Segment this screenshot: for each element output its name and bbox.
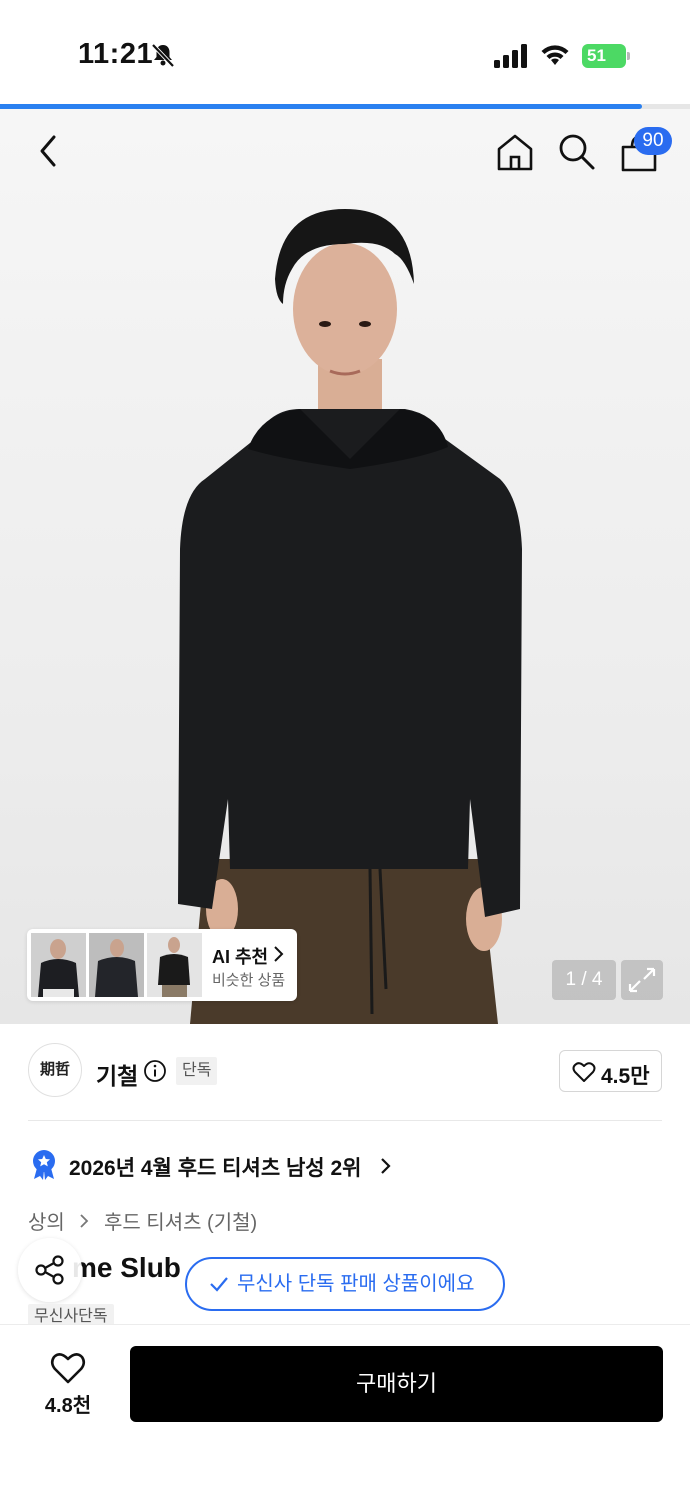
breadcrumb: 상의 후드 티셔츠 (기철) (28, 1206, 257, 1235)
exclusive-sale-toast: 무신사 단독 판매 상품이에요 (185, 1257, 505, 1311)
share-icon (35, 1255, 64, 1285)
search-icon[interactable] (556, 131, 596, 171)
check-icon (210, 1277, 228, 1292)
brand-like-button[interactable]: 4.5만 (559, 1050, 662, 1092)
product-title: me Slub (72, 1252, 181, 1283)
breadcrumb-subcategory[interactable]: 후드 티셔츠 (기철) (104, 1212, 257, 1234)
chevron-right-icon (274, 946, 284, 962)
status-time: 11:21 (78, 38, 154, 70)
product-image-gallery[interactable]: 90 AI 추천 비슷한 상품 1 / 4 (0, 109, 690, 1024)
brand-like-count: 4.5만 (601, 1065, 650, 1088)
chevron-right-icon (80, 1213, 89, 1228)
status-bar: 11:21 51 (0, 0, 690, 104)
back-chevron-icon[interactable] (30, 131, 70, 171)
heart-icon[interactable] (50, 1351, 86, 1385)
battery-level: 51 (582, 44, 626, 68)
recommendation-thumbnail[interactable] (89, 933, 144, 997)
heart-icon (572, 1062, 596, 1082)
cart-count-badge: 90 (634, 127, 672, 155)
expand-icon (628, 967, 656, 993)
bottom-purchase-bar: 4.8천 구매하기 (0, 1324, 690, 1500)
home-icon[interactable] (494, 131, 536, 173)
ai-recommendation-subtitle: 비슷한 상품 (212, 972, 286, 989)
exclusive-tag: 단독 (176, 1057, 218, 1085)
ai-recommendation-card[interactable]: AI 추천 비슷한 상품 (27, 929, 297, 1001)
brand-name[interactable]: 기철 (96, 1057, 138, 1091)
image-pager: 1 / 4 (552, 960, 616, 1000)
expand-button[interactable] (621, 960, 663, 1000)
wifi-icon (541, 45, 569, 65)
brand-logo[interactable]: 期哲 (28, 1043, 82, 1097)
info-icon[interactable] (143, 1059, 167, 1083)
battery-cap (627, 52, 630, 60)
share-button[interactable] (18, 1238, 82, 1302)
buy-button[interactable]: 구매하기 (130, 1346, 663, 1422)
ranking-link[interactable]: 2026년 4월 후드 티셔츠 남성 2위 (69, 1152, 361, 1182)
recommendation-thumbnail[interactable] (147, 933, 202, 997)
breadcrumb-category[interactable]: 상의 (28, 1212, 65, 1234)
silent-bell-icon (151, 43, 175, 68)
battery-indicator: 51 (582, 44, 630, 68)
product-photo (178, 209, 522, 1024)
cellular-signal-icon (494, 44, 527, 68)
wish-count: 4.8천 (44, 1395, 92, 1417)
recommendation-thumbnail[interactable] (31, 933, 86, 997)
ai-recommendation-title: AI 추천 (212, 947, 269, 967)
ranking-badge-icon (33, 1150, 55, 1180)
brand-logo-text: 期哲 (39, 1060, 70, 1078)
chevron-right-icon (381, 1158, 391, 1174)
toast-text: 무신사 단독 판매 상품이에요 (237, 1273, 475, 1295)
divider (28, 1120, 662, 1121)
